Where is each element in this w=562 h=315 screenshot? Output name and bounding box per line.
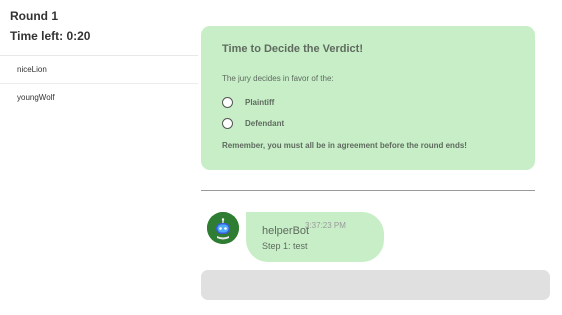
round-title: Round 1 [10, 9, 58, 23]
message-sender: helperBot [262, 225, 310, 237]
time-left: Time left: 0:20 [10, 29, 91, 43]
robot-icon [207, 212, 239, 244]
plaintiff-radio[interactable] [222, 96, 233, 108]
message-timestamp: 3:37:23 PM [305, 221, 346, 230]
player-item: youngWolf [17, 93, 55, 102]
message-bubble: helperBot 3:37:23 PM Step 1: test [246, 212, 384, 262]
bot-avatar [207, 212, 239, 244]
option-plaintiff[interactable]: Plaintiff [222, 95, 274, 109]
message-text: Step 1: test [262, 241, 308, 251]
divider [201, 190, 535, 191]
defendant-radio[interactable] [222, 117, 233, 129]
player-item: niceLion [0, 56, 198, 84]
player-list: niceLion youngWolf [0, 55, 198, 111]
chat-input[interactable] [201, 270, 550, 300]
verdict-title: Time to Decide the Verdict! [222, 43, 364, 55]
verdict-card: Time to Decide the Verdict! The jury dec… [201, 26, 535, 170]
option-label: Defendant [245, 118, 285, 128]
game-page: Round 1 Time left: 0:20 niceLion youngWo… [0, 0, 562, 315]
sidebar: Round 1 Time left: 0:20 niceLion youngWo… [0, 0, 198, 315]
verdict-prompt: The jury decides in favor of the: [222, 74, 334, 83]
option-defendant[interactable]: Defendant [222, 116, 284, 130]
option-label: Plaintiff [245, 97, 275, 107]
verdict-reminder: Remember, you must all be in agreement b… [222, 141, 467, 150]
